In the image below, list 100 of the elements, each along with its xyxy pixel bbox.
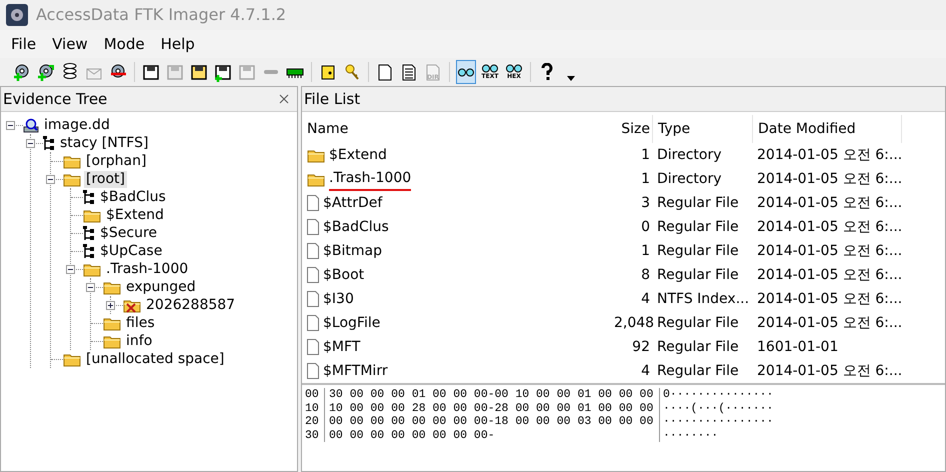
hex-offset: 30 bbox=[305, 428, 325, 442]
collapse-toggle[interactable] bbox=[26, 138, 35, 148]
folder-icon bbox=[63, 352, 81, 366]
file-name[interactable]: $MFTMirr bbox=[323, 360, 388, 382]
folder-icon bbox=[83, 208, 101, 222]
collapse-toggle[interactable] bbox=[46, 174, 55, 184]
deleted-folder-icon bbox=[123, 298, 141, 312]
file-date: 2014-01-05 오전 6:... bbox=[756, 290, 904, 308]
file-date: 2014-01-05 오전 6:... bbox=[756, 242, 904, 260]
file-type: NTFS Index... bbox=[656, 290, 750, 308]
tree-item[interactable]: stacy [NTFS] bbox=[58, 134, 150, 152]
file-name[interactable]: $MFT bbox=[323, 336, 360, 358]
file-name[interactable]: $Bitmap bbox=[323, 240, 382, 262]
collapse-toggle[interactable] bbox=[66, 264, 75, 274]
dropdown-icon bbox=[567, 76, 575, 80]
file-type: Regular File bbox=[656, 242, 740, 260]
folder-icon bbox=[83, 262, 101, 276]
tree-structure-icon bbox=[83, 190, 95, 204]
tree-item[interactable]: [unallocated space] bbox=[84, 350, 226, 368]
file-icon bbox=[307, 291, 319, 307]
toolbar-button[interactable] bbox=[456, 60, 476, 84]
folder-icon bbox=[307, 172, 325, 186]
floppy-icon bbox=[190, 62, 208, 82]
file-icon bbox=[307, 243, 319, 259]
column-header[interactable]: Type bbox=[652, 115, 752, 143]
file-size: 1 bbox=[640, 242, 651, 260]
file-date: 2014-01-05 오전 6:... bbox=[756, 362, 904, 380]
file-size: 0 bbox=[640, 218, 651, 236]
folder-icon bbox=[103, 316, 121, 330]
file-name[interactable]: $Extend bbox=[329, 144, 387, 166]
document-icon bbox=[400, 62, 418, 82]
file-icon bbox=[307, 339, 319, 355]
hex-ascii: ········ bbox=[662, 428, 718, 442]
file-date: 2014-01-05 오전 6:... bbox=[756, 194, 904, 212]
file-name[interactable]: $LogFile bbox=[323, 312, 380, 334]
folder-icon bbox=[103, 334, 121, 348]
file-type: Regular File bbox=[656, 194, 740, 212]
menu-item[interactable]: Help bbox=[152, 32, 203, 56]
column-header[interactable]: Size bbox=[614, 115, 652, 143]
tree-structure-icon bbox=[43, 136, 55, 150]
tree-item[interactable]: $Secure bbox=[98, 224, 160, 242]
disk-magnifier-icon bbox=[23, 118, 39, 132]
file-date: 2014-01-05 오전 6:... bbox=[756, 266, 904, 284]
hex-bytes: 00 00 00 00 00 00 00 00-18 00 00 00 03 00 00 00 bbox=[325, 415, 660, 428]
file-size: 2,048 bbox=[614, 314, 652, 332]
key-icon bbox=[343, 62, 361, 82]
file-date: 2014-01-05 오전 6:... bbox=[756, 146, 904, 164]
hex-bytes: 10 00 00 00 28 00 00 00-28 00 00 00 01 00 00 00 bbox=[325, 402, 660, 415]
floppy-icon bbox=[166, 62, 184, 82]
hex-offset: 00 bbox=[305, 388, 325, 402]
tree-item[interactable]: $Extend bbox=[104, 206, 166, 224]
file-name[interactable]: $AttrDef bbox=[323, 192, 382, 214]
menu-item[interactable]: Mode bbox=[96, 32, 153, 56]
expand-toggle[interactable] bbox=[106, 300, 115, 310]
tree-item[interactable]: 2026288587 bbox=[144, 296, 238, 314]
file-date: 1601-01-01 bbox=[756, 338, 840, 356]
tree-item[interactable]: $UpCase bbox=[98, 242, 164, 260]
file-name[interactable]: .Trash-1000 bbox=[329, 168, 412, 190]
tree-item[interactable]: [orphan] bbox=[84, 152, 148, 170]
tree-item[interactable]: info bbox=[124, 332, 154, 350]
hex-bytes: 00 00 00 00 00 00 00 00- bbox=[325, 428, 660, 442]
file-size: 1 bbox=[640, 146, 651, 164]
file-name[interactable]: $BadClus bbox=[323, 216, 389, 238]
file-name[interactable]: $I30 bbox=[323, 288, 354, 310]
column-header[interactable]: Name bbox=[302, 115, 614, 143]
column-header[interactable]: Date Modified bbox=[752, 115, 902, 143]
tree-item[interactable]: expunged bbox=[124, 278, 198, 296]
tree-structure-icon bbox=[83, 226, 95, 240]
file-date: 2014-01-05 오전 6:... bbox=[756, 314, 904, 332]
tree-item[interactable]: image.dd bbox=[42, 116, 112, 134]
file-size: 8 bbox=[640, 266, 651, 284]
safe-icon bbox=[319, 62, 337, 82]
file-type: Regular File bbox=[656, 314, 740, 332]
tree-item[interactable]: [root] bbox=[84, 170, 127, 188]
panel-title: File List bbox=[304, 88, 360, 110]
folder-icon bbox=[63, 172, 81, 186]
file-size: 92 bbox=[631, 338, 651, 356]
folder-icon bbox=[103, 280, 121, 294]
hex-ascii: 0··············· bbox=[662, 388, 774, 402]
file-size: 3 bbox=[640, 194, 651, 212]
menu-item[interactable]: View bbox=[44, 32, 96, 56]
tree-item[interactable]: .Trash-1000 bbox=[104, 260, 190, 278]
close-icon[interactable] bbox=[279, 94, 289, 104]
file-type: Regular File bbox=[656, 338, 740, 356]
file-name[interactable]: $Boot bbox=[323, 264, 364, 286]
folder-icon bbox=[63, 154, 81, 168]
file-icon bbox=[307, 195, 319, 211]
menu-item[interactable]: File bbox=[3, 32, 44, 56]
stack-icon bbox=[61, 62, 79, 82]
hex-ascii: ····(···(······· bbox=[662, 402, 774, 415]
file-size: 4 bbox=[640, 290, 651, 308]
file-type: Directory bbox=[656, 146, 723, 164]
collapse-toggle[interactable] bbox=[6, 120, 15, 130]
hex-offset: 10 bbox=[305, 402, 325, 415]
collapse-toggle[interactable] bbox=[86, 282, 95, 292]
disk-cycle-icon bbox=[37, 62, 55, 82]
tree-item[interactable]: $BadClus bbox=[98, 188, 168, 206]
file-icon bbox=[307, 219, 319, 235]
tree-item[interactable]: files bbox=[124, 314, 157, 332]
file-type: Directory bbox=[656, 170, 723, 188]
